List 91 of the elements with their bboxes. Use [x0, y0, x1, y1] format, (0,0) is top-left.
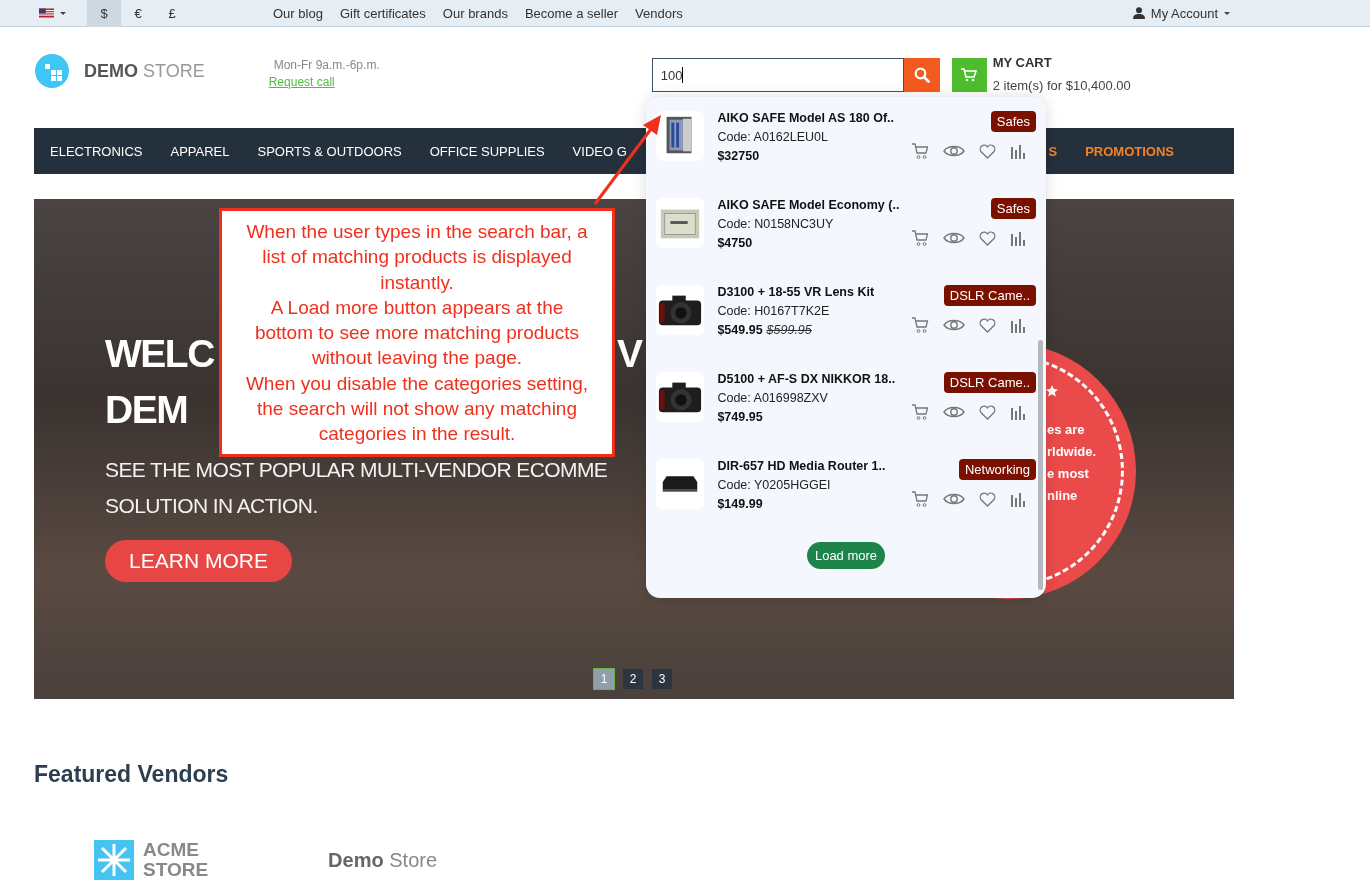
- camera-image[interactable]: [656, 372, 705, 422]
- safe-image[interactable]: [656, 198, 705, 248]
- menu-item[interactable]: PROMOTIONS: [1085, 143, 1174, 159]
- menu-item[interactable]: OFFICE SUPPLIES: [429, 143, 545, 159]
- category-tag[interactable]: Safes: [990, 111, 1036, 132]
- hero-title: WELC: [105, 331, 214, 377]
- badge-text: rldwide.: [1047, 443, 1097, 461]
- compare-bars-icon[interactable]: [1010, 491, 1026, 507]
- hero-title: V: [617, 331, 642, 377]
- compare-bars-icon[interactable]: [1010, 404, 1026, 420]
- load-more-button[interactable]: Load more: [806, 542, 886, 569]
- product-price: $149.99: [717, 497, 763, 511]
- camera-image[interactable]: [656, 285, 705, 335]
- account-menu[interactable]: My Account: [1132, 5, 1230, 21]
- caret-icon: [1224, 11, 1230, 15]
- add-to-cart-icon[interactable]: [911, 142, 929, 160]
- hero-subtitle: SOLUTION IN ACTION.: [105, 493, 318, 519]
- section-heading: Featured Vendors: [34, 761, 230, 788]
- heart-icon[interactable]: [979, 230, 996, 246]
- safe-image[interactable]: [656, 111, 705, 161]
- cart-title[interactable]: MY CART: [992, 55, 1131, 70]
- scrollbar[interactable]: [1038, 340, 1043, 590]
- badge-text: e most: [1047, 465, 1090, 483]
- product-code: Code: Y0205HGGEI: [717, 478, 832, 492]
- compare-bars-icon[interactable]: [1010, 317, 1026, 333]
- heart-icon[interactable]: [979, 404, 996, 420]
- old-price: $599.95: [766, 323, 812, 337]
- flag-icon[interactable]: [39, 8, 54, 18]
- menu-item[interactable]: SPORTS & OUTDOORS: [257, 143, 402, 159]
- opening-hours: Mon-Fr 9a.m.-6p.m.: [272, 58, 380, 72]
- top-link[interactable]: Vendors: [635, 5, 683, 21]
- vendor-logo-text[interactable]: ACME STORE: [143, 840, 209, 880]
- menu-item[interactable]: ELECTRONICS: [50, 143, 143, 159]
- router-image[interactable]: [656, 459, 705, 509]
- hero-title: DEM: [105, 387, 188, 433]
- annotation-callout: When the user types in the search bar, a list of matching products is displayed instantly. A Load more button appears at the bottom to see more matching products without leaving the page. When you disable the categories setting, the search will not show any matching categories in the result.: [219, 208, 615, 457]
- eye-icon[interactable]: [943, 144, 965, 158]
- search-button[interactable]: [903, 58, 940, 92]
- product-price: $4750: [717, 236, 753, 250]
- add-to-cart-icon[interactable]: [911, 316, 929, 334]
- currency-option[interactable]: £: [155, 0, 189, 27]
- top-link[interactable]: Our brands: [442, 5, 508, 21]
- heart-icon[interactable]: [979, 491, 996, 507]
- hero-subtitle: SEE THE MOST POPULAR MULTI-VENDOR ECOMME: [105, 457, 608, 483]
- badge-text: es are: [1047, 421, 1086, 439]
- heart-icon[interactable]: [979, 317, 996, 333]
- store-logo-text[interactable]: DEMO STORE: [84, 60, 205, 82]
- badge-text: nline: [1047, 487, 1079, 505]
- cart-summary[interactable]: 2 item(s) for $10,400.00: [992, 78, 1131, 93]
- menu-item[interactable]: VIDEO G: [572, 143, 627, 159]
- add-to-cart-icon[interactable]: [911, 490, 929, 508]
- product-code: Code: A0162LEU0L: [717, 130, 829, 144]
- product-code: Code: H0167T7K2E: [717, 304, 831, 318]
- product-code: Code: A016998ZXV: [717, 391, 829, 405]
- menu-item[interactable]: S: [1048, 143, 1058, 159]
- category-tag[interactable]: Networking: [958, 459, 1036, 480]
- top-link[interactable]: Our blog: [273, 5, 323, 21]
- eye-icon[interactable]: [943, 405, 965, 419]
- top-link[interactable]: Gift certificates: [339, 5, 426, 21]
- category-tag[interactable]: DSLR Came..: [943, 285, 1036, 306]
- product-price: $32750: [717, 149, 760, 163]
- compare-bars-icon[interactable]: [1010, 230, 1026, 246]
- product-name[interactable]: AIKO SAFE Model Economy (..: [717, 198, 911, 212]
- caret-icon[interactable]: [60, 11, 66, 15]
- menu-item[interactable]: APPAREL: [170, 143, 230, 159]
- search-icon: [913, 67, 930, 83]
- product-name[interactable]: D5100 + AF-S DX NIKKOR 18..: [717, 372, 911, 386]
- top-link[interactable]: Become a seller: [524, 5, 619, 21]
- search-field[interactable]: 100: [651, 58, 904, 92]
- product-name[interactable]: D3100 + 18-55 VR Lens Kit: [717, 285, 911, 299]
- eye-icon[interactable]: [943, 492, 965, 506]
- eye-icon[interactable]: [943, 318, 965, 332]
- heart-icon[interactable]: [979, 143, 996, 159]
- product-code: Code: N0158NC3UY: [717, 217, 835, 231]
- currency-option[interactable]: €: [121, 0, 155, 27]
- product-name[interactable]: AIKO SAFE Model AS 180 Of..: [717, 111, 911, 125]
- eye-icon[interactable]: [943, 231, 965, 245]
- add-to-cart-icon[interactable]: [911, 229, 929, 247]
- category-tag[interactable]: Safes: [990, 198, 1036, 219]
- product-price: $549.95: [717, 323, 763, 337]
- vendor-logo-text[interactable]: Demo Store: [328, 848, 438, 872]
- product-name[interactable]: DIR-657 HD Media Router 1..: [717, 459, 911, 473]
- cart-icon: [961, 68, 978, 82]
- add-to-cart-icon[interactable]: [911, 403, 929, 421]
- compare-bars-icon[interactable]: [1010, 143, 1026, 159]
- category-tag[interactable]: DSLR Came..: [943, 372, 1036, 393]
- cart-button[interactable]: [951, 58, 987, 92]
- learn-more-button[interactable]: LEARN MORE: [105, 540, 292, 582]
- user-icon: [1132, 7, 1145, 19]
- product-price: $749.95: [717, 410, 763, 424]
- currency-option[interactable]: $: [87, 0, 121, 27]
